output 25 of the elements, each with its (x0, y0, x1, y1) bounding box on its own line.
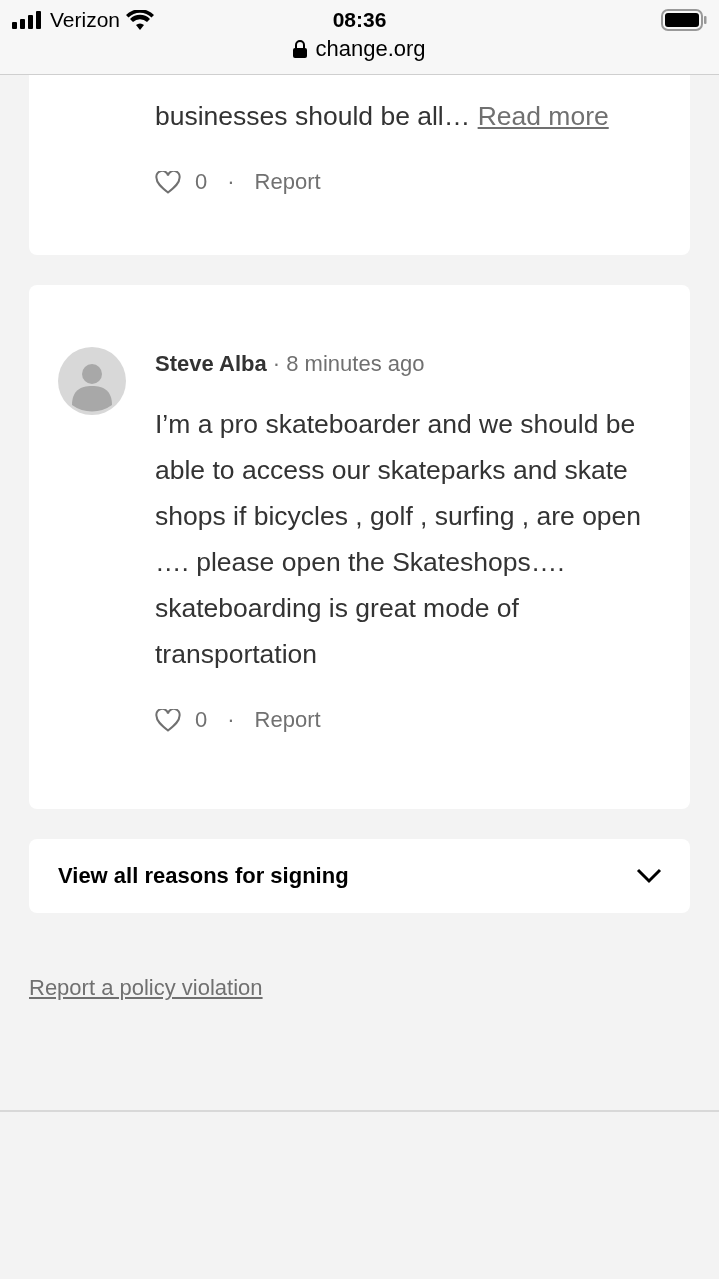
policy-violation-link[interactable]: Report a policy violation (29, 975, 263, 1000)
heart-icon[interactable] (155, 170, 181, 194)
carrier-name: Verizon (50, 8, 121, 32)
separator-dot: · (227, 707, 235, 733)
report-link[interactable]: Report (254, 169, 321, 195)
author-name[interactable]: Steve Alba (155, 351, 267, 376)
battery-icon (661, 9, 707, 31)
url-text[interactable]: change.org (315, 36, 426, 62)
signal-icon (12, 11, 44, 29)
separator-dot: · (272, 351, 281, 376)
like-count: 0 (195, 169, 208, 195)
separator-dot: · (227, 169, 235, 195)
report-link[interactable]: Report (254, 707, 321, 733)
view-reasons-toggle[interactable]: View all reasons for signing (29, 839, 690, 913)
comment-text: I’m a pro skateboarder and we should be able to access our skateparks and skate shops if bicycles , golf , surfing , are open …. please open the Skateshops…. skateboarding is great mode of transportation (155, 408, 643, 671)
like-count: 0 (195, 707, 208, 733)
chevron-icon (636, 868, 662, 884)
lock-icon (293, 40, 308, 58)
comment-text: businesses should be all… Read more (155, 100, 610, 133)
read-more-link[interactable]: Read more (477, 101, 609, 131)
wifi-icon (126, 10, 155, 30)
avatar-icon (58, 347, 126, 415)
clock-time: 08:36 (332, 8, 387, 31)
heart-icon[interactable] (155, 708, 181, 732)
comment-time: 8 minutes ago (286, 351, 425, 376)
